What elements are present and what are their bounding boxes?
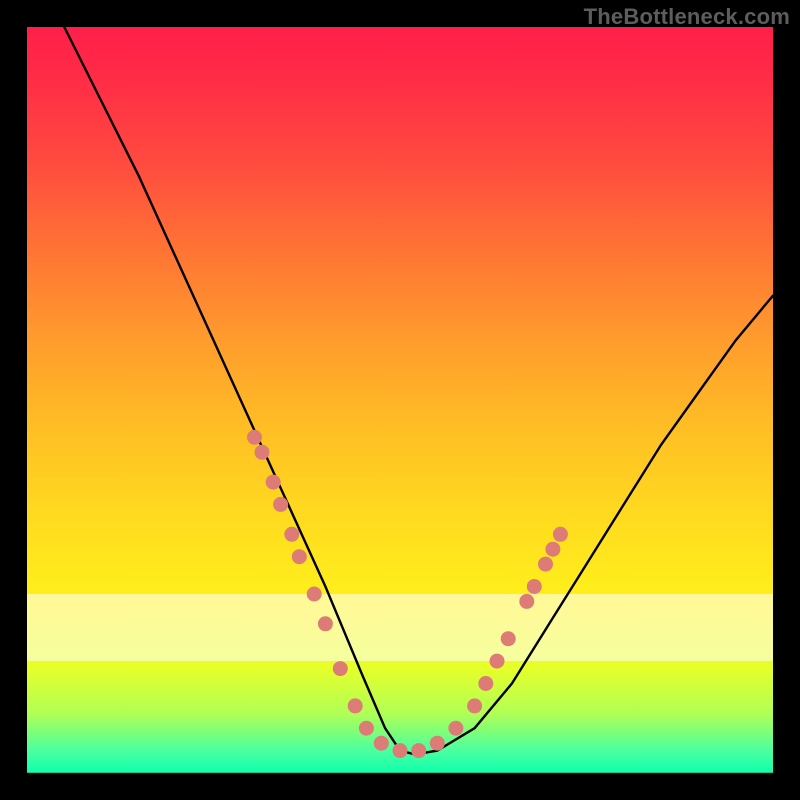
axis-floor bbox=[27, 772, 773, 773]
gradient-background bbox=[27, 27, 773, 773]
highlight-band bbox=[27, 594, 773, 661]
chart-area bbox=[27, 27, 773, 773]
